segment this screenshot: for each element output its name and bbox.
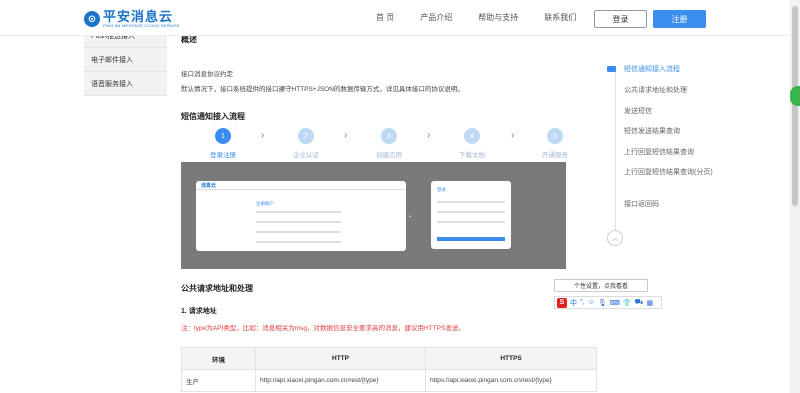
nav-home[interactable]: 首 页: [376, 12, 394, 23]
vertical-scrollbar[interactable]: [790, 0, 800, 393]
nav-help[interactable]: 帮助与支持: [478, 12, 518, 23]
step-login[interactable]: 1 登录注册: [193, 128, 253, 159]
register-page-preview: 消息云 注册账户: [196, 181, 406, 251]
ime-menu-icon[interactable]: ▦: [646, 299, 653, 307]
toc-item[interactable]: 上行回复短信结果查询: [624, 148, 714, 158]
ime-keyboard-icon[interactable]: ⌨: [610, 299, 620, 307]
preview-login-button: [437, 237, 505, 241]
step-label: 企业认证: [293, 152, 319, 159]
table-cell: https://api.xiaoxi.pingan.com.cn/rest/{t…: [425, 369, 597, 392]
step-number: 4: [464, 128, 480, 144]
note-text: 注：type为API类型，比如：消息相关为msg，对数据信息安全要求高的消息，建…: [181, 325, 465, 332]
chevron-right-icon: ›: [261, 130, 265, 141]
step-label: 下载文档: [459, 152, 485, 159]
flow-heading: 短信通知接入流程: [181, 112, 245, 121]
table-header: HTTPS: [425, 347, 597, 370]
sidebar-item-voice[interactable]: 语音服务接入: [84, 72, 167, 96]
ime-punctuation-icon[interactable]: °,: [580, 299, 585, 306]
chevron-right-icon: ›: [511, 130, 515, 141]
ime-toolbox-icon[interactable]: ⛟: [635, 298, 644, 307]
api-address-table: 环境 HTTP HTTPS 生产 http://api.xiaoxi.pinga…: [181, 347, 597, 392]
sogou-icon[interactable]: S: [557, 297, 567, 308]
page: ⊙ 平安消息云 PING AN MESSAGE CLOUD SERVICE 首 …: [0, 0, 800, 393]
step-download[interactable]: 4 下载文档: [442, 128, 502, 159]
toc-item[interactable]: 发送短信: [624, 107, 714, 117]
flow-preview-panel: 消息云 注册账户 • ◦ • 登录: [181, 162, 566, 269]
table-row: 生产 http://api.xiaoxi.pingan.com.cn/rest/…: [181, 369, 597, 392]
top-header: ⊙ 平安消息云 PING AN MESSAGE CLOUD SERVICE 首 …: [0, 0, 790, 36]
nav-products[interactable]: 产品介绍: [420, 12, 452, 23]
table-header: 环境: [181, 347, 256, 370]
step-number: 3: [381, 128, 397, 144]
back-to-top-icon[interactable]: ︿: [607, 230, 623, 246]
scrollbar-thumb[interactable]: [792, 6, 798, 206]
logo[interactable]: ⊙ 平安消息云 PING AN MESSAGE CLOUD SERVICE: [84, 10, 180, 28]
logo-name: 平安消息云: [103, 9, 174, 24]
toc-item[interactable]: 上行回复短信结果查询(分页): [624, 168, 714, 178]
toc-rail: [615, 70, 616, 240]
step-number: 5: [547, 128, 563, 144]
toc-active-marker: [607, 66, 616, 72]
ime-tooltip[interactable]: 个性设置，点我看看: [554, 279, 648, 292]
toc-item[interactable]: 公共请求地址和处理: [624, 86, 714, 96]
main-nav: 首 页 产品介绍 帮助与支持 联系我们: [376, 12, 602, 23]
step-verify[interactable]: 2 企业认证: [276, 128, 336, 159]
table-cell: http://api.xiaoxi.pingan.com.cn/rest/{ty…: [255, 369, 426, 392]
step-label: 登录注册: [210, 152, 236, 159]
logo-subtitle: PING AN MESSAGE CLOUD SERVICE: [103, 23, 180, 28]
logo-icon: ⊙: [84, 11, 100, 27]
login-button[interactable]: 登录: [594, 10, 647, 28]
ime-emoji-icon[interactable]: ☺: [588, 299, 595, 306]
toc-item[interactable]: 短信发送结果查询: [624, 127, 714, 137]
feedback-tab[interactable]: [790, 86, 800, 106]
step-create-app[interactable]: 3 创建应用: [359, 128, 419, 159]
step-number: 1: [215, 128, 231, 144]
login-page-preview: 登录: [431, 181, 511, 249]
step-activate[interactable]: 5 开通服务: [525, 128, 585, 159]
ime-voice-icon[interactable]: 🎙: [598, 299, 607, 307]
toc-item[interactable]: 接口返回码: [624, 200, 714, 210]
step-label: 开通服务: [542, 152, 568, 159]
register-button[interactable]: 注册: [653, 10, 706, 28]
step-label: 创建应用: [376, 152, 402, 159]
intro-line-1: 接口消息协议约定: [181, 71, 233, 78]
ime-skin-icon[interactable]: 👕: [623, 299, 632, 307]
table-header: HTTP: [255, 347, 426, 370]
preview-form-title: 注册账户: [256, 201, 274, 206]
chevron-right-icon: ›: [344, 130, 348, 141]
public-request-heading: 公共请求地址和处理: [181, 284, 253, 293]
intro-line-2: 默认情况下，接口系统提供的接口遵守HTTPS+JSON的数据传输方式，详见具体接…: [181, 86, 464, 93]
preview-logo: 消息云: [196, 181, 406, 190]
flow-steps: 1 登录注册 › 2 企业认证 › 3 创建应用 › 4 下载文档 › 5 开通…: [181, 128, 568, 162]
request-address-heading: 1. 请求地址: [181, 308, 217, 315]
preview-login-title: 登录: [437, 187, 446, 192]
ime-toolbar: S 中 °, ☺ 🎙 ⌨ 👕 ⛟ ▦: [554, 296, 662, 309]
chevron-right-icon: ›: [427, 130, 431, 141]
step-number: 2: [298, 128, 314, 144]
sidebar-item-email[interactable]: 电子邮件接入: [84, 48, 167, 72]
toc-item[interactable]: 短信通知接入流程: [624, 65, 714, 75]
table-cell: 生产: [181, 369, 256, 392]
ime-chinese-icon[interactable]: 中: [570, 298, 577, 308]
carousel-dots[interactable]: • ◦ •: [399, 214, 412, 220]
nav-contact[interactable]: 联系我们: [544, 12, 576, 23]
